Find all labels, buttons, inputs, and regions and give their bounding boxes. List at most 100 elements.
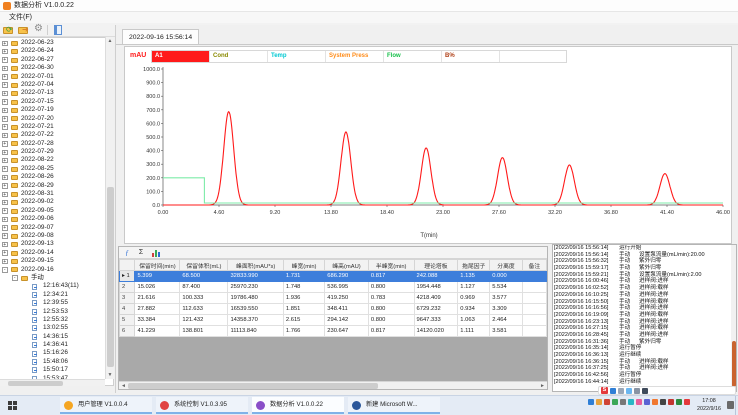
column-header[interactable]: 峰宽(min) <box>283 260 324 271</box>
expander-icon[interactable]: + <box>2 99 8 105</box>
column-header[interactable]: 半峰宽(min) <box>368 260 414 271</box>
ime-pen-icon[interactable] <box>634 388 640 394</box>
expander-icon[interactable]: + <box>2 74 8 80</box>
expander-icon[interactable]: + <box>2 233 8 239</box>
expander-icon[interactable]: + <box>2 158 8 164</box>
tree-date-item[interactable]: +2022-07-20 <box>0 115 104 123</box>
chromatogram-chart[interactable]: 0.0100.0200.0300.0400.0500.0600.0700.080… <box>125 65 731 231</box>
peak-table[interactable]: 保留时间(min)保留体积(mL)峰面积(mAU*s)峰宽(min)峰高(mAU… <box>119 259 547 337</box>
tray-icon[interactable] <box>676 399 682 405</box>
expander-icon[interactable]: - <box>2 267 8 273</box>
legend-item-system-press[interactable]: System Press <box>326 51 384 62</box>
expander-icon[interactable]: + <box>2 91 8 97</box>
column-header[interactable]: 峰高(mAU) <box>325 260 369 271</box>
tree-date-item[interactable]: +2022-09-06 <box>0 215 104 223</box>
table-row[interactable]: 427.882112.63316539.5501.851348.4110.800… <box>120 304 547 315</box>
column-header[interactable]: 保留时间(min) <box>135 260 180 271</box>
tree-date-item[interactable]: +2022-08-25 <box>0 165 104 173</box>
tray-icon[interactable] <box>588 399 594 405</box>
column-header[interactable]: 理论塔板 <box>414 260 458 271</box>
tray-icon[interactable] <box>684 399 690 405</box>
column-header[interactable]: 拖尾因子 <box>458 260 490 271</box>
tree-vertical-scrollbar[interactable]: ▲ ▼ <box>105 37 114 379</box>
column-header[interactable]: 分离度 <box>490 260 523 271</box>
tree-run-item[interactable]: +14:36:15 <box>0 333 104 341</box>
input-method-bar[interactable]: S <box>598 386 736 395</box>
function-icon[interactable]: ƒ <box>121 248 133 258</box>
column-header[interactable]: 保留体积(mL) <box>180 260 228 271</box>
expander-icon[interactable]: + <box>2 259 8 265</box>
tree-date-item[interactable]: +2022-09-02 <box>0 198 104 206</box>
tree-scroll-thumb[interactable] <box>107 187 114 367</box>
expander-icon[interactable]: + <box>2 133 8 139</box>
ime-keyboard-icon[interactable] <box>618 388 624 394</box>
log-scroll-thumb[interactable] <box>732 341 736 387</box>
tray-icon[interactable] <box>596 399 602 405</box>
tree-date-item[interactable]: +2022-07-13 <box>0 89 104 97</box>
tree-date-item[interactable]: +2022-07-28 <box>0 140 104 148</box>
scroll-up-icon[interactable]: ▲ <box>106 37 114 45</box>
expander-icon[interactable]: + <box>2 183 8 189</box>
tree-group-item[interactable]: -手动 <box>0 274 104 282</box>
tree-date-item[interactable]: +2022-09-05 <box>0 207 104 215</box>
tree-run-item[interactable]: +12:55:32 <box>0 316 104 324</box>
tree-date-item[interactable]: +2022-08-29 <box>0 182 104 190</box>
expander-icon[interactable]: + <box>2 116 8 122</box>
tray-icon[interactable] <box>628 399 634 405</box>
tree-date-item[interactable]: +2022-08-26 <box>0 173 104 181</box>
legend-item-cond[interactable]: Cond <box>210 51 268 62</box>
menu-file[interactable]: 文件(F) <box>6 12 35 23</box>
legend-item-temp[interactable]: Temp <box>268 51 326 62</box>
tree-date-item[interactable]: +2022-06-24 <box>0 47 104 55</box>
open-folder-button[interactable]: ➜ <box>17 24 30 36</box>
scroll-down-icon[interactable]: ▼ <box>106 371 114 379</box>
expander-icon[interactable]: - <box>12 275 18 281</box>
notification-icon[interactable] <box>727 401 734 409</box>
column-header[interactable]: 备注 <box>522 260 546 271</box>
tray-icon[interactable] <box>668 399 674 405</box>
report-button[interactable] <box>51 24 64 36</box>
table-horizontal-scrollbar[interactable]: ◄ ► <box>119 381 547 390</box>
tree-run-item[interactable]: +15:50:17 <box>0 366 104 374</box>
mini-chart-icon[interactable] <box>151 249 163 257</box>
tree-date-item[interactable]: +2022-09-15 <box>0 257 104 265</box>
tree-date-item[interactable]: +2022-08-31 <box>0 190 104 198</box>
taskbar-app-button[interactable]: 用户管理 V1.0.0.4 <box>60 397 152 414</box>
tree-date-item[interactable]: +2022-07-22 <box>0 131 104 139</box>
expander-icon[interactable]: + <box>2 250 8 256</box>
tree-date-item[interactable]: +2022-09-14 <box>0 249 104 257</box>
tree-run-item[interactable]: +15:16:26 <box>0 349 104 357</box>
tray-icon[interactable] <box>612 399 618 405</box>
tree-run-item[interactable]: +14:36:41 <box>0 341 104 349</box>
tree-date-item[interactable]: +2022-07-15 <box>0 98 104 106</box>
expander-icon[interactable]: + <box>2 217 8 223</box>
start-button[interactable] <box>0 396 24 415</box>
taskbar-app-button[interactable]: 系统控制 V1.0.3.95 <box>156 397 248 414</box>
column-header[interactable]: 峰面积(mAU*s) <box>228 260 283 271</box>
expander-icon[interactable]: + <box>2 41 8 47</box>
expander-icon[interactable]: + <box>2 208 8 214</box>
legend-item-a1[interactable]: A1 <box>152 51 210 62</box>
taskbar-app-active[interactable]: 数据分析 V1.0.0.22 <box>252 397 344 414</box>
expander-icon[interactable]: + <box>2 242 8 248</box>
expander-icon[interactable]: + <box>2 150 8 156</box>
sogou-logo-icon[interactable]: S <box>601 387 608 394</box>
expander-icon[interactable]: + <box>2 225 8 231</box>
tree-date-item[interactable]: +2022-08-22 <box>0 156 104 164</box>
scroll-right-icon[interactable]: ► <box>538 382 547 390</box>
taskbar-clock[interactable]: 17:08 2022/9/16 <box>692 397 726 413</box>
tray-icon[interactable] <box>644 399 650 405</box>
tree-date-item[interactable]: +2022-09-13 <box>0 240 104 248</box>
log-vertical-scrollbar[interactable] <box>731 245 737 391</box>
ime-chinese-icon[interactable] <box>610 388 616 394</box>
ime-mic-icon[interactable] <box>626 388 632 394</box>
settings-button[interactable]: ⚙ <box>32 24 45 36</box>
tree-run-item[interactable]: +12:53:53 <box>0 308 104 316</box>
tree-date-item[interactable]: +2022-09-08 <box>0 232 104 240</box>
expander-icon[interactable]: + <box>2 192 8 198</box>
expander-icon[interactable]: + <box>2 49 8 55</box>
tree-run-item[interactable]: +12:39:55 <box>0 299 104 307</box>
taskbar-app-button[interactable]: 新建 Microsoft W... <box>348 397 440 414</box>
tree-run-item[interactable]: +13:02:55 <box>0 324 104 332</box>
table-row[interactable]: 215.02687.40025970.2301.748536.9950.8001… <box>120 282 547 293</box>
